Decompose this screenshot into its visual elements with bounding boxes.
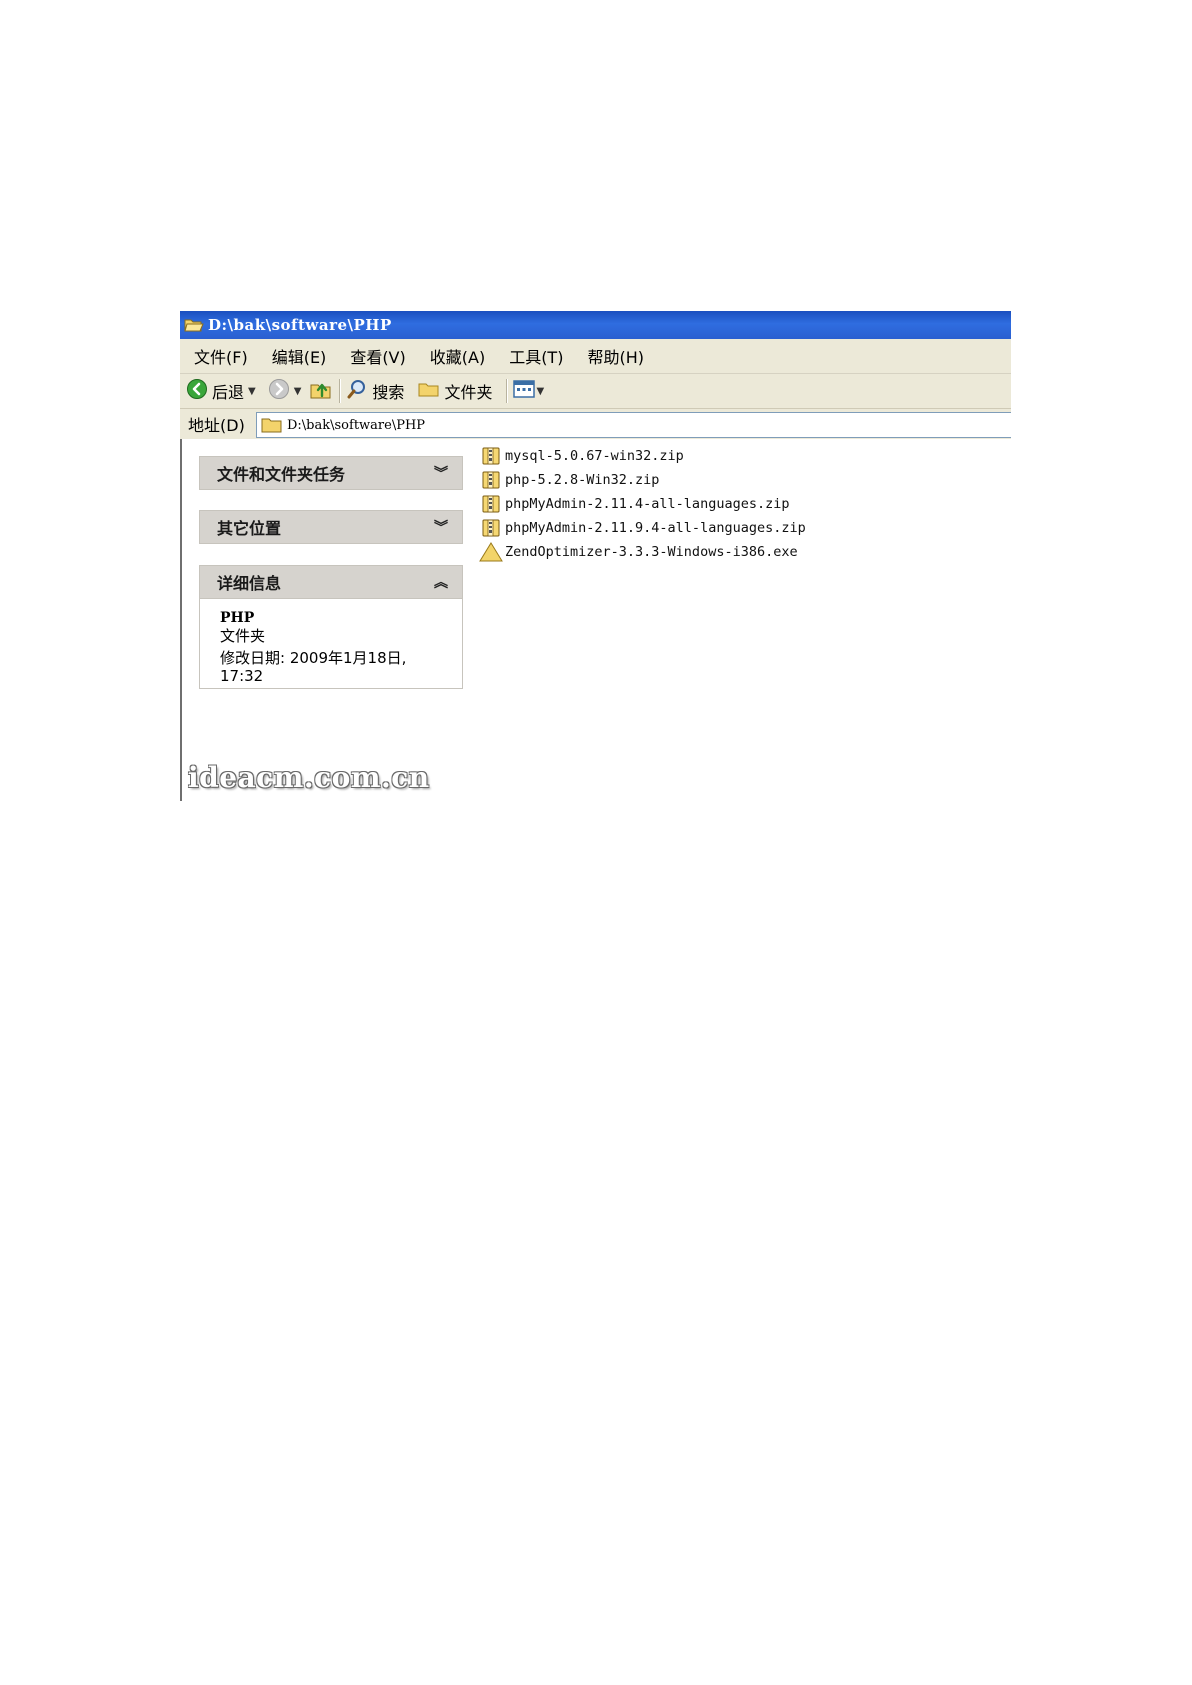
search-button[interactable]: 搜索 bbox=[346, 378, 404, 404]
file-name: php-5.2.8-Win32.zip bbox=[505, 472, 660, 488]
back-button[interactable]: 后退 ▼ bbox=[186, 378, 256, 404]
zip-icon bbox=[479, 469, 503, 491]
details-panel-body: PHP 文件夹 修改日期: 2009年1月18日, 17:32 bbox=[199, 599, 463, 689]
detail-modified-date: 修改日期: 2009年1月18日, bbox=[220, 649, 407, 667]
file-item[interactable]: mysql-5.0.67-win32.zip bbox=[479, 444, 999, 468]
views-dropdown-icon[interactable]: ▼ bbox=[536, 386, 544, 397]
search-icon bbox=[346, 378, 368, 404]
address-folder-icon bbox=[261, 417, 283, 433]
file-name: ZendOptimizer-3.3.3-Windows-i386.exe bbox=[505, 544, 798, 560]
installer-icon bbox=[479, 541, 503, 563]
details-panel-header[interactable]: 详细信息 ︽ bbox=[199, 565, 463, 599]
menu-help[interactable]: 帮助(H) bbox=[587, 344, 644, 368]
window-border bbox=[180, 439, 182, 801]
tasks-panel-title: 文件和文件夹任务 bbox=[217, 465, 346, 484]
other-places-panel: 其它位置 ︾ bbox=[199, 510, 463, 544]
address-field[interactable]: D:\bak\software\PHP bbox=[256, 412, 1011, 438]
menu-tools[interactable]: 工具(T) bbox=[509, 344, 563, 368]
file-name: phpMyAdmin-2.11.4-all-languages.zip bbox=[505, 496, 790, 512]
folder-open-icon bbox=[184, 316, 206, 334]
file-list: mysql-5.0.67-win32.zip php-5.2.8-Win32.z… bbox=[479, 444, 999, 564]
file-item[interactable]: ZendOptimizer-3.3.3-Windows-i386.exe bbox=[479, 540, 999, 564]
folders-label: 文件夹 bbox=[444, 383, 493, 402]
toolbar-separator bbox=[506, 379, 508, 403]
folder-icon bbox=[418, 380, 440, 402]
title-bar[interactable]: D:\bak\software\PHP bbox=[180, 311, 1011, 339]
file-item[interactable]: phpMyAdmin-2.11.4-all-languages.zip bbox=[479, 492, 999, 516]
back-dropdown-icon[interactable]: ▼ bbox=[248, 386, 256, 397]
toolbar-separator bbox=[339, 379, 341, 403]
detail-item-type: 文件夹 bbox=[220, 627, 266, 645]
views-button[interactable]: ▼ bbox=[513, 379, 544, 403]
expand-chevron-icon[interactable]: ︾ bbox=[434, 517, 448, 537]
forward-button[interactable]: ▼ bbox=[268, 378, 302, 404]
address-label: 地址(D) bbox=[188, 416, 245, 435]
zip-icon bbox=[479, 445, 503, 467]
detail-item-name: PHP bbox=[220, 610, 255, 626]
other-places-header[interactable]: 其它位置 ︾ bbox=[199, 510, 463, 544]
up-folder-button[interactable] bbox=[309, 378, 333, 404]
window-title: D:\bak\software\PHP bbox=[208, 316, 392, 334]
file-item[interactable]: php-5.2.8-Win32.zip bbox=[479, 468, 999, 492]
menu-bar: 文件(F) 编辑(E) 查看(V) 收藏(A) 工具(T) 帮助(H) bbox=[180, 339, 1011, 374]
file-item[interactable]: phpMyAdmin-2.11.9.4-all-languages.zip bbox=[479, 516, 999, 540]
expand-chevron-icon[interactable]: ︾ bbox=[434, 463, 448, 483]
details-panel: 详细信息 ︽ PHP 文件夹 修改日期: 2009年1月18日, 17:32 bbox=[199, 565, 463, 689]
zip-icon bbox=[479, 517, 503, 539]
address-bar: 地址(D) D:\bak\software\PHP bbox=[180, 409, 1011, 439]
collapse-chevron-icon[interactable]: ︽ bbox=[434, 572, 448, 592]
watermark: ideacm.com.cn bbox=[188, 761, 430, 794]
menu-edit[interactable]: 编辑(E) bbox=[272, 344, 327, 368]
search-label: 搜索 bbox=[372, 383, 405, 402]
menu-favorites[interactable]: 收藏(A) bbox=[430, 344, 485, 368]
forward-dropdown-icon[interactable]: ▼ bbox=[294, 386, 302, 397]
zip-icon bbox=[479, 493, 503, 515]
tasks-panel-header[interactable]: 文件和文件夹任务 ︾ bbox=[199, 456, 463, 490]
up-folder-icon bbox=[309, 378, 333, 404]
forward-arrow-icon bbox=[268, 378, 290, 404]
back-label: 后退 bbox=[212, 383, 245, 402]
address-value: D:\bak\software\PHP bbox=[287, 417, 426, 433]
menu-file[interactable]: 文件(F) bbox=[194, 344, 248, 368]
other-places-title: 其它位置 bbox=[217, 519, 282, 538]
file-name: phpMyAdmin-2.11.9.4-all-languages.zip bbox=[505, 520, 806, 536]
back-arrow-icon bbox=[186, 378, 208, 404]
tasks-panel: 文件和文件夹任务 ︾ bbox=[199, 456, 463, 490]
explorer-screenshot: D:\bak\software\PHP 文件(F) 编辑(E) 查看(V) 收藏… bbox=[180, 311, 1011, 801]
menu-view[interactable]: 查看(V) bbox=[350, 344, 405, 368]
toolbar: 后退 ▼ ▼ 搜索 文件夹 ▼ bbox=[180, 374, 1011, 409]
folders-button[interactable]: 文件夹 bbox=[418, 379, 492, 403]
file-name: mysql-5.0.67-win32.zip bbox=[505, 448, 684, 464]
content-area: 文件和文件夹任务 ︾ 其它位置 ︾ 详细信息 ︽ PHP 文件夹 修改日期: 2… bbox=[180, 439, 1011, 801]
detail-modified-time: 17:32 bbox=[220, 667, 264, 685]
views-grid-icon bbox=[513, 379, 536, 403]
details-panel-title: 详细信息 bbox=[217, 574, 282, 593]
